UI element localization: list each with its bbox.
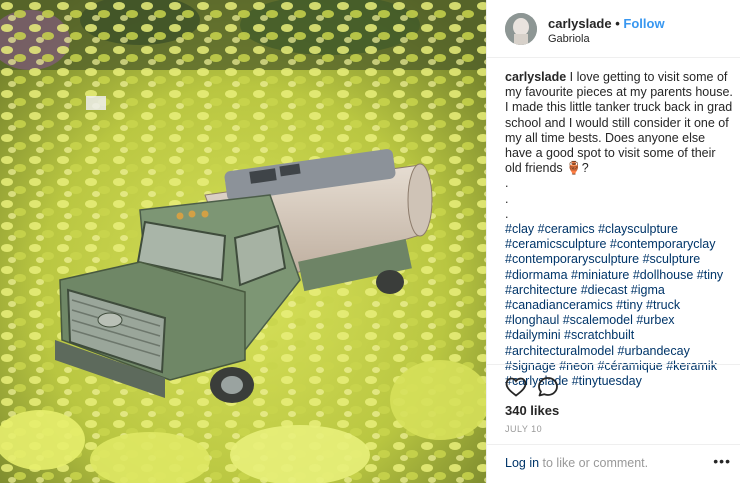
comment-bubble-icon[interactable]: [536, 375, 560, 399]
post-header: carlyslade • Follow Gabriola: [487, 0, 740, 58]
post-caption: carlyslade I love getting to visit some …: [505, 70, 733, 389]
follow-button[interactable]: Follow: [623, 16, 664, 31]
caption-dot: .: [505, 206, 509, 221]
caption-dot: .: [505, 191, 509, 206]
header-username[interactable]: carlyslade: [548, 16, 612, 31]
caption-text: I love getting to visit some of my favou…: [505, 70, 733, 176]
login-suffix: to like or comment.: [539, 456, 649, 470]
caption-dot: .: [505, 176, 509, 191]
avatar-image: [505, 13, 537, 45]
post-photo[interactable]: [0, 0, 486, 483]
likes-count[interactable]: 340 likes: [505, 403, 559, 418]
login-prompt: Log in to like or comment.: [505, 456, 648, 470]
header-user-row: carlyslade • Follow: [548, 16, 665, 31]
post-side-panel: carlyslade • Follow Gabriola carlyslade …: [486, 0, 740, 483]
heart-icon[interactable]: [504, 375, 528, 399]
post-location[interactable]: Gabriola: [548, 33, 590, 45]
caption-username[interactable]: carlyslade: [505, 70, 566, 84]
more-options-icon[interactable]: •••: [713, 453, 731, 469]
post-date: JULY 10: [505, 424, 543, 434]
avatar[interactable]: [505, 13, 537, 45]
separator-dot: •: [615, 16, 620, 31]
login-link[interactable]: Log in: [505, 456, 539, 470]
login-row: Log in to like or comment. •••: [487, 444, 740, 483]
tanker-truck-photo: [0, 0, 486, 483]
